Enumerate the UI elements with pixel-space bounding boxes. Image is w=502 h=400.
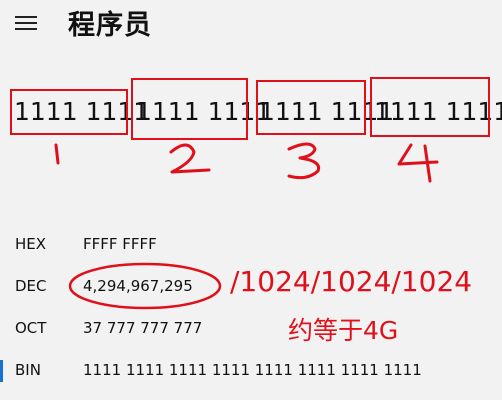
radix-value-hex: FFFF FFFF (83, 235, 157, 253)
annotation-box-3 (256, 80, 366, 135)
radix-label-dec: DEC (15, 277, 47, 295)
radix-label-hex: HEX (15, 235, 47, 253)
page-title: 程序员 (68, 10, 152, 41)
hamburger-icon-bar-bottom (15, 28, 37, 30)
annotation-box-2 (131, 78, 248, 140)
radix-label-bin: BIN (15, 361, 41, 379)
radix-row-bin[interactable]: BIN 1111 1111 1111 1111 1111 1111 1111 1… (0, 352, 502, 388)
handwritten-digit-3 (287, 142, 321, 180)
annotation-formula: /1024/1024/1024 (230, 265, 473, 298)
annotation-approx: 约等于4G (288, 316, 399, 345)
handwritten-digit-2 (169, 143, 211, 174)
radix-label-oct: OCT (15, 319, 47, 337)
radix-value-dec: 4,294,967,295 (83, 277, 193, 295)
radix-value-oct: 37 777 777 777 (83, 319, 203, 337)
hamburger-icon-bar-middle (15, 22, 37, 24)
hamburger-menu-button[interactable] (13, 13, 39, 33)
annotation-box-4 (370, 77, 490, 137)
handwritten-digit-4 (397, 143, 439, 183)
selected-row-indicator (0, 360, 3, 382)
radix-row-hex[interactable]: HEX FFFF FFFF (0, 226, 502, 262)
handwritten-digit-1 (54, 143, 60, 165)
radix-row-oct[interactable]: OCT 37 777 777 777 (0, 310, 502, 346)
radix-value-bin: 1111 1111 1111 1111 1111 1111 1111 1111 (83, 361, 422, 379)
hamburger-icon-bar-top (15, 16, 37, 18)
annotation-box-1 (10, 89, 128, 135)
